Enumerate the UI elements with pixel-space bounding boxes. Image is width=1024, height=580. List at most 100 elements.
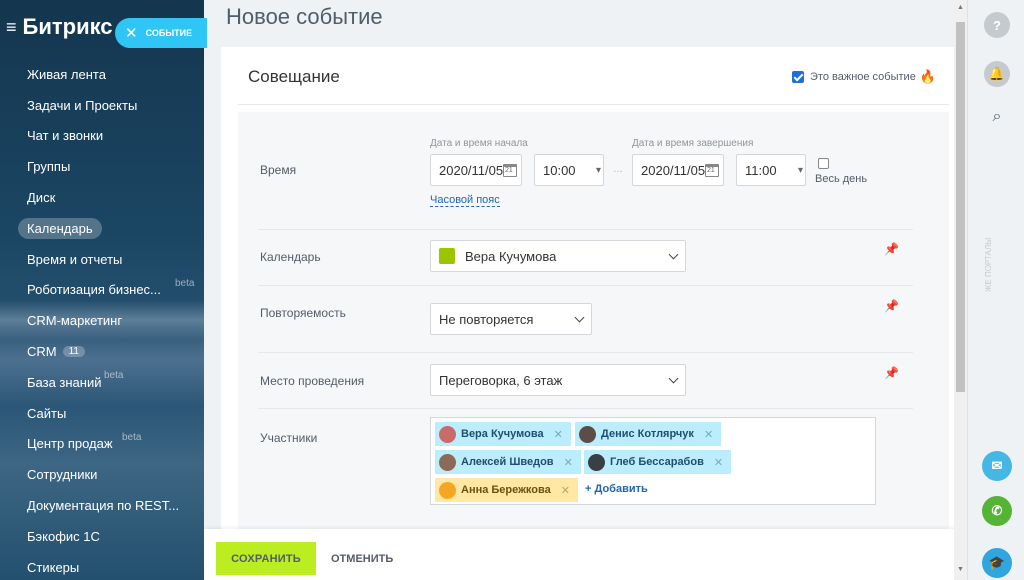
nav-item-time[interactable]: Время и отчеты [18,244,198,275]
all-day-checkbox[interactable] [818,158,829,169]
close-slider-button[interactable]: ✕ СОБЫТИЕ [115,18,207,48]
scroll-down-icon[interactable]: ▼ [957,566,964,573]
nav-item-rest-docs[interactable]: Документация по REST... [18,490,198,521]
chevron-down-icon [574,312,585,323]
remove-icon[interactable]: ✕ [714,456,723,469]
search-icon[interactable]: ⌕ [984,104,1010,130]
nav-label: CRM [27,344,57,360]
calendar-select[interactable]: Вера Кучумова [430,240,686,272]
nav-label: Диск [27,190,56,206]
help-icon[interactable]: ? [984,12,1010,38]
menu-burger-icon[interactable]: ≡ [6,18,17,36]
attendee-name: Алексей Шведов [461,456,554,468]
attendees-box[interactable]: Вера Кучумова ✕ Денис Котлярчук ✕ Алексе… [430,417,876,505]
save-button[interactable]: СОХРАНИТЬ [216,542,316,575]
event-name[interactable]: Совещание [248,67,340,87]
nav-label: Группы [27,159,71,175]
phone-icon[interactable]: ✆ [982,496,1012,526]
graduation-cap-icon[interactable]: 🎓 [982,548,1012,578]
end-date-value: 2020/11/05 [641,162,705,178]
nav-item-backoffice[interactable]: Бэкофис 1С [18,521,198,552]
nav-item-disk[interactable]: Диск [18,182,198,213]
end-time-select[interactable]: 11:00 ▾ [736,154,806,186]
beta-badge: beta [175,277,195,289]
avatar [439,425,456,443]
nav-item-robotization[interactable]: Роботизация бизнес... beta [18,275,198,306]
scrollbar[interactable]: ▲ ▼ [954,0,967,580]
divider [238,104,949,105]
vertical-caption: ЖЕ ПОРТАЛЫ [984,237,993,293]
repeat-select[interactable]: Не повторяется [430,303,592,335]
start-time-select[interactable]: 10:00 ▾ [534,154,604,186]
timezone-link[interactable]: Часовой пояс [430,194,500,207]
nav-label: Стикеры [27,559,80,575]
attendee-name: Анна Бережкова [461,484,551,496]
repeat-label: Повторяемость [260,306,346,320]
pin-icon[interactable]: 📌 [884,299,899,313]
attendee-chip[interactable]: Глеб Бессарабов ✕ [584,450,732,474]
nav-item-crm[interactable]: CRM 11 [18,336,198,367]
start-time-value: 10:00 [543,162,576,178]
scroll-up-icon[interactable]: ▲ [957,4,964,11]
important-toggle[interactable]: Это важное событие 🔥 [792,69,936,85]
remove-icon[interactable]: ✕ [704,428,713,441]
attendee-name: Вера Кучумова [461,428,544,440]
nav-item-groups[interactable]: Группы [18,151,198,182]
dropdown-arrow-icon: ▾ [595,164,601,176]
nav-label: Сайты [27,405,67,421]
remove-icon[interactable]: ✕ [554,428,563,441]
calendar-icon[interactable] [503,164,517,177]
event-card: Совещание Это важное событие 🔥 Время Дат… [221,47,966,542]
nav-item-stickers[interactable]: Стикеры [18,552,198,580]
brand-logo[interactable]: Битрикс [23,14,113,40]
scroll-thumb[interactable] [956,22,965,392]
nav-item-knowledge[interactable]: База знаний beta [18,367,198,398]
attendee-name: Денис Котлярчук [601,428,694,440]
right-toolbar: ? 🔔 ⌕ ЖЕ ПОРТАЛЫ ✉ ✆ 🎓 [967,0,1024,580]
nav-item-sales[interactable]: Центр продаж beta [18,429,198,460]
nav-label: База знаний [27,374,102,390]
nav-item-tasks[interactable]: Задачи и Проекты [18,90,198,121]
important-checkbox[interactable] [792,71,804,83]
calendar-color-swatch [439,248,455,264]
nav-item-sites[interactable]: Сайты [18,398,198,429]
avatar [579,425,596,443]
pin-icon[interactable]: 📌 [884,366,899,380]
attendee-chip-organizer[interactable]: Анна Бережкова ✕ [435,478,578,502]
nav-item-employees[interactable]: Сотрудники [18,459,198,490]
add-attendee-link[interactable]: + Добавить [585,483,648,495]
all-day-label: Весь день [815,173,868,185]
location-select[interactable]: Переговорка, 6 этаж [430,364,686,396]
nav-item-calendar[interactable]: Календарь [18,213,198,244]
pin-icon[interactable]: 📌 [884,242,899,256]
nav-label: Центр продаж [27,436,113,452]
nav-item-feed[interactable]: Живая лента [18,59,198,90]
end-date-input[interactable]: 2020/11/05 [632,154,724,186]
chat-icon[interactable]: ✉ [982,451,1012,481]
nav-label: Чат и звонки [27,128,104,144]
end-time-value: 11:00 [745,162,777,178]
remove-icon[interactable]: ✕ [561,484,570,497]
time-row: Время Дата и время начала 2020/11/05 10:… [258,112,913,230]
attendee-chip[interactable]: Денис Котлярчук ✕ [575,422,722,446]
remove-icon[interactable]: ✕ [564,456,573,469]
nav-item-crm-marketing[interactable]: CRM-маркетинг [18,305,198,336]
close-icon: ✕ [125,25,138,42]
location-value: Переговорка, 6 этаж [439,372,563,388]
nav-label: Документация по REST... [27,498,180,514]
start-date-input[interactable]: 2020/11/05 [430,154,522,186]
nav-item-chat[interactable]: Чат и звонки [18,121,198,152]
close-slider-label: СОБЫТИЕ [145,28,193,38]
calendar-icon[interactable] [705,164,719,177]
cancel-button[interactable]: ОТМЕНИТЬ [331,542,393,575]
attendee-chip[interactable]: Алексей Шведов ✕ [435,450,581,474]
location-row: Место проведения Переговорка, 6 этаж 📌 [258,353,913,409]
end-label: Дата и время завершения [632,138,754,149]
attendee-chip[interactable]: Вера Кучумова ✕ [435,422,571,446]
nav-label: Сотрудники [27,467,98,483]
calendar-label: Календарь [260,250,321,264]
attendees-row: Участники Вера Кучумова ✕ Денис Котлярчу… [258,409,913,524]
avatar [439,481,456,499]
bell-icon[interactable]: 🔔 [984,61,1010,87]
footer-bar: СОХРАНИТЬ ОТМЕНИТЬ [204,529,967,580]
